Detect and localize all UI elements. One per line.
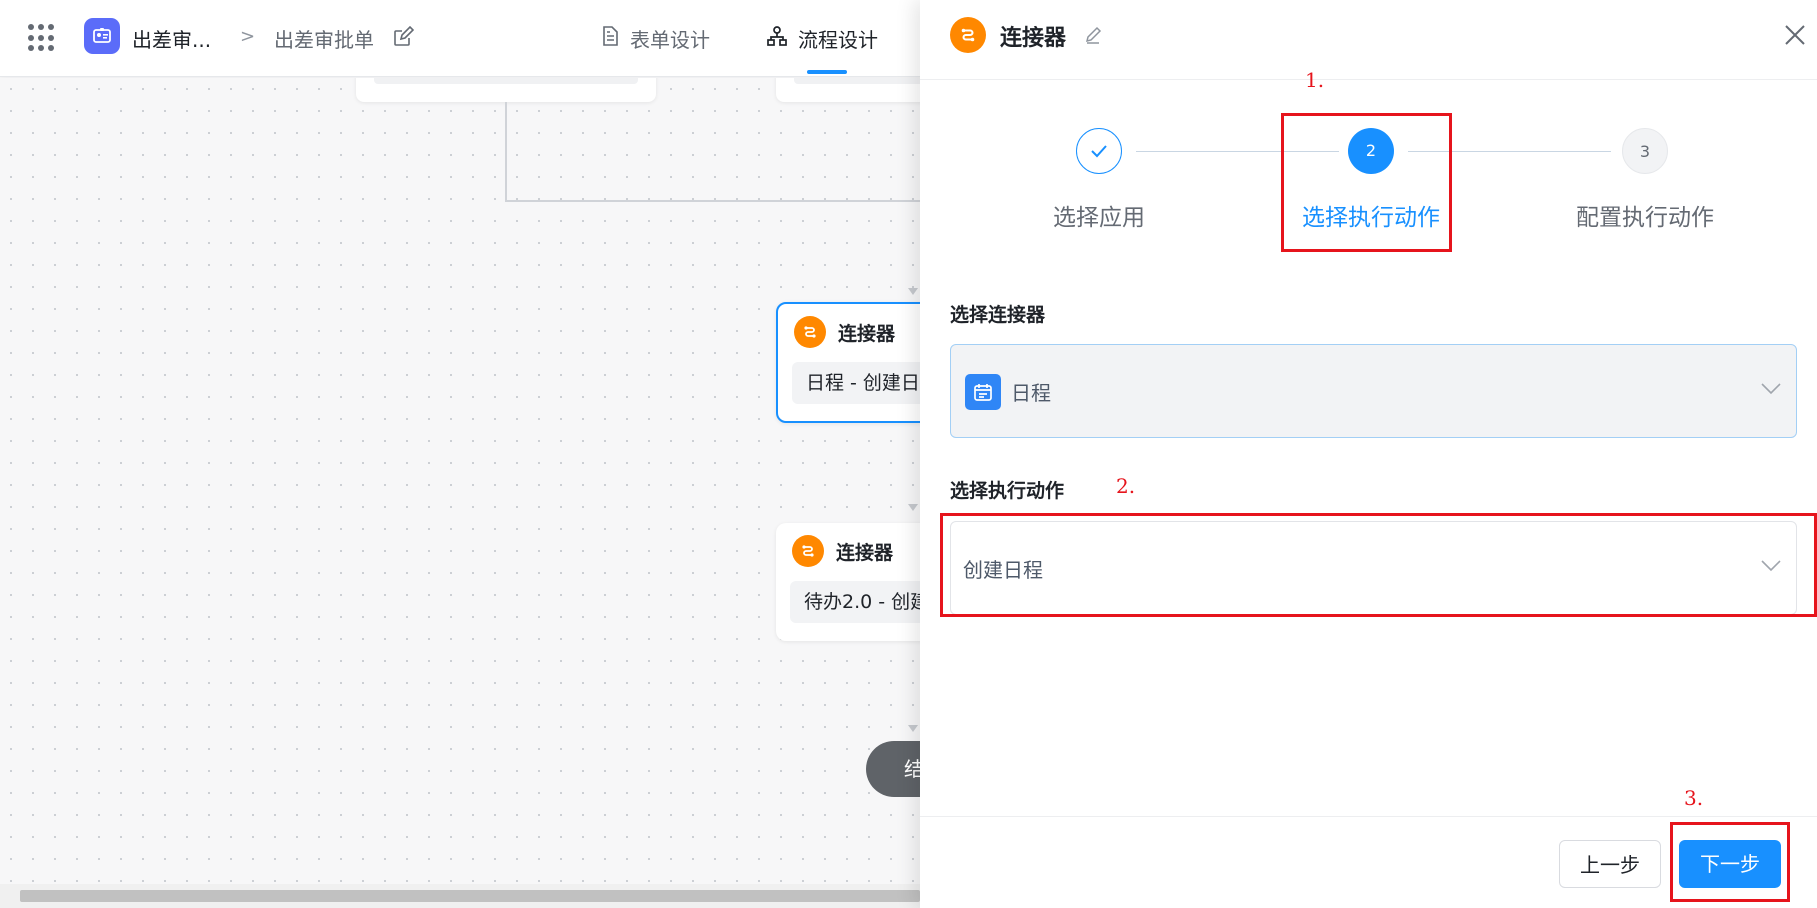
app-name[interactable]: 出差审... (132, 24, 211, 53)
active-tab-indicator (807, 70, 847, 74)
connector-icon (792, 535, 824, 567)
flow-node-partial[interactable] (356, 78, 656, 102)
tab-form-design[interactable]: 表单设计 (600, 22, 710, 54)
annotation-box-2 (940, 513, 1817, 617)
annotation-box-1 (1281, 113, 1452, 252)
drawer-title: 连接器 (1000, 26, 1067, 51)
node-title: 连接器 (836, 541, 894, 564)
arrow-down-icon (908, 288, 918, 295)
app-logo-icon (84, 18, 120, 54)
arrow-down-icon (908, 504, 918, 511)
annotation-label-2: 2. (1116, 474, 1136, 498)
connector-drawer: 连接器 2 3 选择应用 选择执行动作 配置执行动作 选择连接器 日程 选择执行… (920, 0, 1817, 908)
flow-end-node[interactable]: 结束 (866, 741, 920, 797)
tab-flow-design-label: 流程设计 (798, 27, 878, 52)
flow-node-connector-todo[interactable]: 连接器 待办2.0 - 创建待办 (776, 523, 920, 641)
check-icon (1091, 145, 1107, 158)
close-icon[interactable] (1782, 22, 1812, 52)
edit-title-icon[interactable] (1084, 26, 1102, 48)
chevron-down-icon (1760, 381, 1782, 400)
document-icon (600, 25, 620, 52)
calendar-icon (965, 374, 1001, 410)
flow-connector-line (505, 200, 920, 202)
annotation-box-3 (1670, 822, 1790, 902)
connector-field-label: 选择连接器 (950, 304, 1046, 326)
node-title: 连接器 (838, 322, 896, 345)
node-content: 待办2.0 - 创建待办 (790, 581, 920, 623)
annotation-label-3: 3. (1684, 786, 1704, 810)
connector-select[interactable]: 日程 (950, 344, 1797, 438)
step-3-circle[interactable]: 3 (1622, 128, 1668, 174)
connector-icon (950, 17, 986, 53)
page-title: 出差审批单 (274, 28, 374, 52)
connector-select-value: 日程 (1011, 381, 1051, 405)
flow-node-connector-schedule[interactable]: 连接器 日程 - 创建日程 (776, 302, 920, 423)
flow-connector-line (505, 102, 507, 202)
breadcrumb-separator: > (240, 26, 256, 47)
app-grid-icon[interactable] (28, 24, 56, 52)
tab-flow-design[interactable]: 流程设计 (766, 22, 878, 54)
tab-form-design-label: 表单设计 (630, 27, 710, 52)
edit-name-icon[interactable] (392, 25, 415, 52)
connector-icon (794, 316, 826, 348)
node-content: 日程 - 创建日程 (792, 362, 920, 404)
step-1-label: 选择应用 (1053, 205, 1145, 231)
arrow-down-icon (908, 725, 918, 732)
prev-step-button[interactable]: 上一步 (1559, 840, 1661, 888)
horizontal-scrollbar[interactable] (0, 884, 920, 908)
action-field-label: 选择执行动作 (950, 480, 1065, 502)
flow-canvas[interactable]: 连接器 日程 - 创建日程 连接器 待办2.0 - 创建待办 结束 (0, 78, 920, 884)
step-1-circle[interactable] (1076, 128, 1122, 174)
flow-node-partial[interactable] (776, 78, 920, 102)
drawer-header: 连接器 (920, 0, 1817, 80)
step-3-label: 配置执行动作 (1576, 205, 1714, 231)
annotation-label-1: 1. (1305, 68, 1325, 92)
flow-icon (766, 25, 788, 52)
